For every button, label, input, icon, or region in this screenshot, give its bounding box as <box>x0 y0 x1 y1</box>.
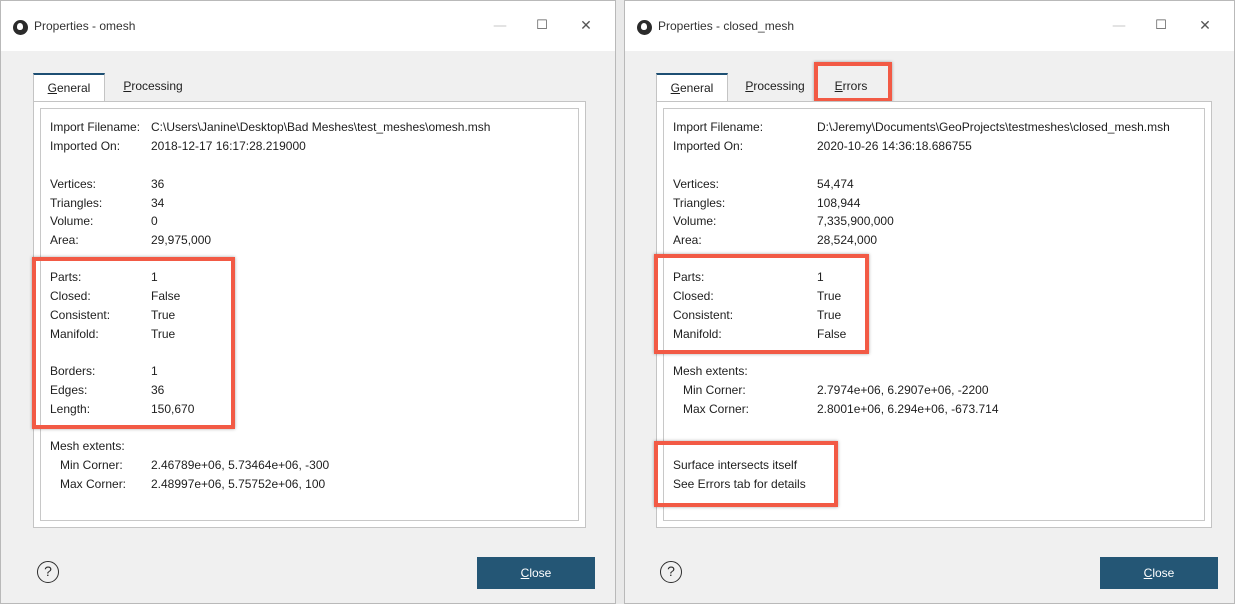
help-button[interactable]: ? <box>37 561 59 583</box>
property-label: Parts: <box>673 270 705 284</box>
tab-general-mnemonic: G <box>47 81 57 95</box>
property-value: False <box>151 289 181 303</box>
property-value: True <box>151 327 176 341</box>
property-label: Borders: <box>50 364 96 378</box>
imported-on-label: Imported On: <box>50 139 121 153</box>
imported-on-label: Imported On: <box>673 139 744 153</box>
min-corner-label: Min Corner: <box>683 383 746 397</box>
tab-errors-mnemonic: E <box>834 79 843 93</box>
import-filename-label: Import Filename: <box>50 120 141 134</box>
tab-general[interactable]: General <box>656 73 728 101</box>
tab-general-label: eneral <box>56 81 91 95</box>
property-label: Volume: <box>673 214 717 228</box>
property-label: Length: <box>50 402 91 416</box>
property-value: True <box>817 289 842 303</box>
property-value: 0 <box>151 214 158 228</box>
property-label: Manifold: <box>673 327 722 341</box>
property-value: 108,944 <box>817 196 861 210</box>
app-logo-icon <box>637 20 652 35</box>
app-logo-icon <box>13 20 28 35</box>
title-bar: Properties - omesh — ☐ ✕ <box>1 1 615 51</box>
properties-dialog-closed-mesh: Properties - closed_mesh — ☐ ✕ General P… <box>624 0 1235 604</box>
property-label: Consistent: <box>673 308 734 322</box>
close-window-button[interactable]: ✕ <box>571 15 601 37</box>
general-tab-panel: Import Filename: C:\Users\Janine\Desktop… <box>33 101 586 528</box>
import-filename-value: D:\Jeremy\Documents\GeoProjects\testmesh… <box>817 120 1170 134</box>
property-label: Triangles: <box>673 196 726 210</box>
property-value: 150,670 <box>151 402 195 416</box>
mesh-extents-label: Mesh extents: <box>673 364 748 378</box>
min-corner-value: 2.46789e+06, 5.73464e+06, -300 <box>151 458 330 472</box>
error-message-text: Surface intersects itself <box>673 458 798 472</box>
property-label: Area: <box>50 233 79 247</box>
property-label: Area: <box>673 233 702 247</box>
property-value: True <box>817 308 842 322</box>
property-value: 1 <box>817 270 824 284</box>
tab-processing-label: rocessing <box>131 79 183 93</box>
close-button-label: lose <box>529 566 552 580</box>
tab-general-mnemonic: G <box>670 81 680 95</box>
minimize-button[interactable]: — <box>1104 15 1134 37</box>
general-tab-panel: Import Filename: D:\Jeremy\Documents\Geo… <box>656 101 1212 528</box>
max-corner-value: 2.8001e+06, 6.294e+06, -673.714 <box>817 402 999 416</box>
property-value: 34 <box>151 196 165 210</box>
property-label: Triangles: <box>50 196 103 210</box>
property-label: Volume: <box>50 214 94 228</box>
help-button[interactable]: ? <box>660 561 682 583</box>
property-label: Vertices: <box>673 177 720 191</box>
max-corner-label: Max Corner: <box>683 402 750 416</box>
close-button[interactable]: Close <box>1100 557 1218 589</box>
imported-on-value: 2018-12-17 16:17:28.219000 <box>151 139 306 153</box>
close-button[interactable]: Close <box>477 557 595 589</box>
tab-errors-label: rrors <box>842 79 868 93</box>
max-corner-label: Max Corner: <box>60 477 127 491</box>
minimize-button[interactable]: — <box>485 15 515 37</box>
import-filename-value: C:\Users\Janine\Desktop\Bad Meshes\test_… <box>151 120 491 134</box>
window-title: Properties - closed_mesh <box>658 19 795 33</box>
mesh-extents-label: Mesh extents: <box>50 439 125 453</box>
error-hint-text: See Errors tab for details <box>673 477 806 491</box>
property-value: 36 <box>151 177 165 191</box>
imported-on-value: 2020-10-26 14:36:18.686755 <box>817 139 972 153</box>
maximize-button[interactable]: ☐ <box>527 15 557 37</box>
property-label: Parts: <box>50 270 82 284</box>
property-value: 36 <box>151 383 165 397</box>
import-filename-label: Import Filename: <box>673 120 764 134</box>
property-label: Edges: <box>50 383 88 397</box>
close-window-button[interactable]: ✕ <box>1190 15 1220 37</box>
tab-general-label: eneral <box>679 81 714 95</box>
tab-processing[interactable]: Processing <box>115 73 191 101</box>
tab-general[interactable]: General <box>33 73 105 101</box>
property-label: Consistent: <box>50 308 111 322</box>
property-value: 1 <box>151 364 158 378</box>
property-value: False <box>817 327 847 341</box>
close-button-label: lose <box>1152 566 1175 580</box>
property-label: Manifold: <box>50 327 99 341</box>
property-value: True <box>151 308 176 322</box>
title-bar: Properties - closed_mesh — ☐ ✕ <box>625 1 1234 51</box>
min-corner-value: 2.7974e+06, 6.2907e+06, -2200 <box>817 383 989 397</box>
maximize-button[interactable]: ☐ <box>1146 15 1176 37</box>
property-value: 54,474 <box>817 177 854 191</box>
min-corner-label: Min Corner: <box>60 458 123 472</box>
property-label: Closed: <box>673 289 714 303</box>
property-label: Vertices: <box>50 177 97 191</box>
property-label: Closed: <box>50 289 91 303</box>
properties-dialog-omesh: Properties - omesh — ☐ ✕ General Process… <box>0 0 616 604</box>
tab-processing-label: rocessing <box>753 79 805 93</box>
max-corner-value: 2.48997e+06, 5.75752e+06, 100 <box>151 477 326 491</box>
property-value: 7,335,900,000 <box>817 214 894 228</box>
window-title: Properties - omesh <box>34 19 136 33</box>
property-value: 29,975,000 <box>151 233 212 247</box>
tab-processing[interactable]: Processing <box>737 73 813 101</box>
property-value: 28,524,000 <box>817 233 878 247</box>
property-value: 1 <box>151 270 158 284</box>
tab-errors[interactable]: Errors <box>818 73 884 101</box>
